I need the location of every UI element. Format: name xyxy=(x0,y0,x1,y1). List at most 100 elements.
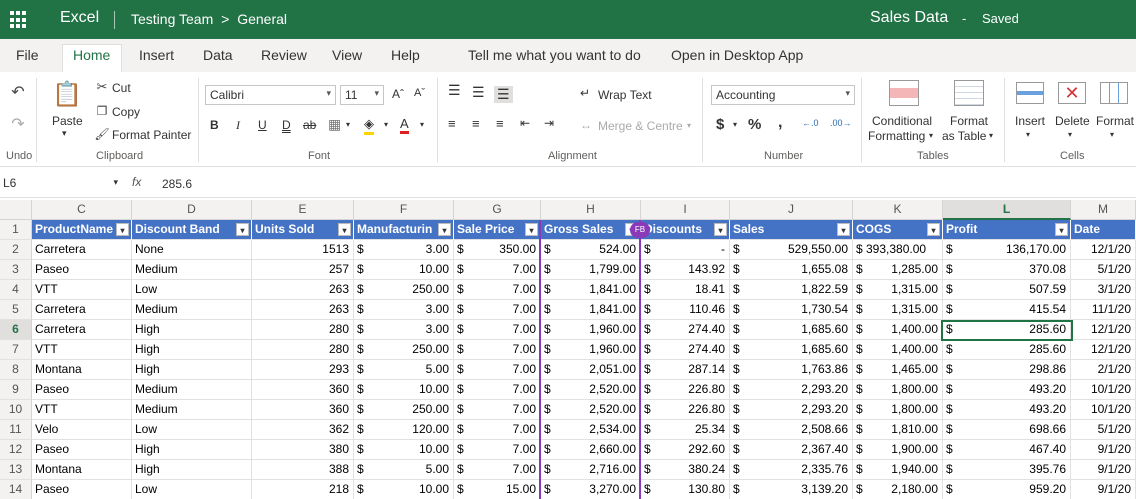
table-cell[interactable]: 257 xyxy=(252,260,354,280)
collaborator-badge[interactable]: FB xyxy=(630,222,650,238)
table-cell[interactable]: Paseo xyxy=(32,260,132,280)
table-cell[interactable]: Montana xyxy=(32,460,132,480)
table-cell[interactable]: $1,685.60 xyxy=(730,320,853,340)
table-cell[interactable]: $529,550.00 xyxy=(730,240,853,260)
table-cell[interactable]: $1,800.00 xyxy=(853,400,943,420)
row-header[interactable]: 5 xyxy=(0,300,32,320)
merge-dropdown-icon[interactable]: ▾ xyxy=(687,121,691,130)
increase-decimal-icon[interactable]: ←.0 xyxy=(802,118,819,128)
conditional-formatting-label-1[interactable]: Conditional xyxy=(872,114,932,128)
table-cell[interactable]: 3/1/20 xyxy=(1071,280,1136,300)
column-header-d[interactable]: D xyxy=(132,200,252,220)
insert-button[interactable]: Insert xyxy=(1015,114,1045,128)
table-cell[interactable]: $285.60 xyxy=(943,320,1071,340)
table-cell[interactable]: $1,841.00 xyxy=(541,300,641,320)
table-cell[interactable]: $7.00 xyxy=(454,260,541,280)
row-header[interactable]: 11 xyxy=(0,420,32,440)
table-cell[interactable]: $467.40 xyxy=(943,440,1071,460)
table-header-cell[interactable]: Discount Band ▾ xyxy=(132,220,252,240)
delete-dropdown-icon[interactable]: ▾ xyxy=(1068,130,1072,139)
format-cells-icon[interactable] xyxy=(1100,82,1128,104)
table-cell[interactable]: 263 xyxy=(252,300,354,320)
percent-icon[interactable]: % xyxy=(748,116,761,133)
app-name[interactable]: Excel xyxy=(60,9,99,27)
table-cell[interactable]: Paseo xyxy=(32,440,132,460)
table-cell[interactable]: 360 xyxy=(252,400,354,420)
table-cell[interactable]: High xyxy=(132,460,252,480)
table-cell[interactable]: 11/1/20 xyxy=(1071,300,1136,320)
paste-dropdown-icon[interactable]: ▾ xyxy=(62,128,67,139)
table-cell[interactable]: 280 xyxy=(252,340,354,360)
font-color-dropdown-icon[interactable]: ▾ xyxy=(420,120,424,129)
table-header-cell[interactable]: Manufacturin ▾ xyxy=(354,220,454,240)
table-cell[interactable]: Low xyxy=(132,480,252,499)
column-header-h[interactable]: H xyxy=(541,200,641,220)
number-format-dropdown[interactable]: Accounting ▾ xyxy=(711,85,855,105)
cut-icon[interactable]: ✂ xyxy=(95,79,109,94)
fill-dropdown-icon[interactable]: ▾ xyxy=(384,120,388,129)
table-cell[interactable]: None xyxy=(132,240,252,260)
table-cell[interactable]: Low xyxy=(132,420,252,440)
table-cell[interactable]: $285.60 xyxy=(943,340,1071,360)
table-cell[interactable]: $698.66 xyxy=(943,420,1071,440)
table-cell[interactable]: $493.20 xyxy=(943,380,1071,400)
table-cell[interactable]: $10.00 xyxy=(354,260,454,280)
filter-dropdown-icon[interactable]: ▾ xyxy=(438,223,451,236)
table-cell[interactable]: $1,730.54 xyxy=(730,300,853,320)
table-cell[interactable]: $18.41 xyxy=(641,280,730,300)
table-cell[interactable]: $250.00 xyxy=(354,340,454,360)
format-as-table-label-2[interactable]: as Table xyxy=(942,129,986,143)
delete-button[interactable]: Delete xyxy=(1055,114,1090,128)
column-header-m[interactable]: M xyxy=(1071,200,1136,220)
table-cell[interactable]: $292.60 xyxy=(641,440,730,460)
table-cell[interactable]: $2,335.76 xyxy=(730,460,853,480)
table-cell[interactable]: 5/1/20 xyxy=(1071,420,1136,440)
merge-icon[interactable]: ↔ xyxy=(580,118,592,132)
table-cell[interactable]: $226.80 xyxy=(641,380,730,400)
table-cell[interactable]: $7.00 xyxy=(454,360,541,380)
row-header[interactable]: 9 xyxy=(0,380,32,400)
redo-icon[interactable]: ↷ xyxy=(8,114,28,134)
wrap-text-icon[interactable]: ↵ xyxy=(580,86,590,100)
table-header-cell[interactable]: Date xyxy=(1071,220,1136,240)
table-cell[interactable]: $3.00 xyxy=(354,240,454,260)
row-header[interactable]: 13 xyxy=(0,460,32,480)
align-right-icon[interactable]: ≡ xyxy=(496,116,504,131)
format-button[interactable]: Format xyxy=(1096,114,1134,128)
table-cell[interactable]: $2,534.00 xyxy=(541,420,641,440)
borders-dropdown-icon[interactable]: ▾ xyxy=(346,120,350,129)
table-cell[interactable]: Medium xyxy=(132,380,252,400)
table-cell[interactable]: $143.92 xyxy=(641,260,730,280)
row-header[interactable]: 6 xyxy=(0,320,32,340)
table-header-cell[interactable]: ProductName ▾ xyxy=(32,220,132,240)
filter-dropdown-icon[interactable]: ▾ xyxy=(927,223,940,236)
column-header-l[interactable]: L xyxy=(943,200,1071,220)
table-cell[interactable]: 380 xyxy=(252,440,354,460)
table-cell[interactable]: $2,180.00 xyxy=(853,480,943,499)
column-header-g[interactable]: G xyxy=(454,200,541,220)
filter-dropdown-icon[interactable]: ▾ xyxy=(116,223,129,236)
conditional-formatting-icon[interactable] xyxy=(889,80,919,106)
decrease-decimal-icon[interactable]: .00→ xyxy=(830,118,852,128)
filter-dropdown-icon[interactable]: ▾ xyxy=(714,223,727,236)
tell-me-search[interactable]: Tell me what you want to do xyxy=(468,47,641,63)
table-cell[interactable]: $7.00 xyxy=(454,380,541,400)
table-cell[interactable]: 9/1/20 xyxy=(1071,440,1136,460)
filter-dropdown-icon[interactable]: ▾ xyxy=(236,223,249,236)
table-cell[interactable]: $3,270.00 xyxy=(541,480,641,499)
filter-dropdown-icon[interactable]: ▾ xyxy=(525,223,538,236)
row-header[interactable]: 12 xyxy=(0,440,32,460)
font-color-icon[interactable]: A xyxy=(400,116,409,134)
app-launcher-icon[interactable] xyxy=(10,11,28,29)
row-header[interactable]: 2 xyxy=(0,240,32,260)
table-cell[interactable]: $120.00 xyxy=(354,420,454,440)
double-underline-icon[interactable]: D xyxy=(282,118,291,132)
table-cell[interactable]: $110.46 xyxy=(641,300,730,320)
align-top-icon[interactable]: ☰ xyxy=(448,82,461,99)
column-header-e[interactable]: E xyxy=(252,200,354,220)
tab-home[interactable]: Home xyxy=(73,47,110,63)
table-header-cell[interactable]: Profit ▾ xyxy=(943,220,1071,240)
table-cell[interactable]: High xyxy=(132,320,252,340)
table-cell[interactable]: 10/1/20 xyxy=(1071,400,1136,420)
row-header[interactable]: 4 xyxy=(0,280,32,300)
